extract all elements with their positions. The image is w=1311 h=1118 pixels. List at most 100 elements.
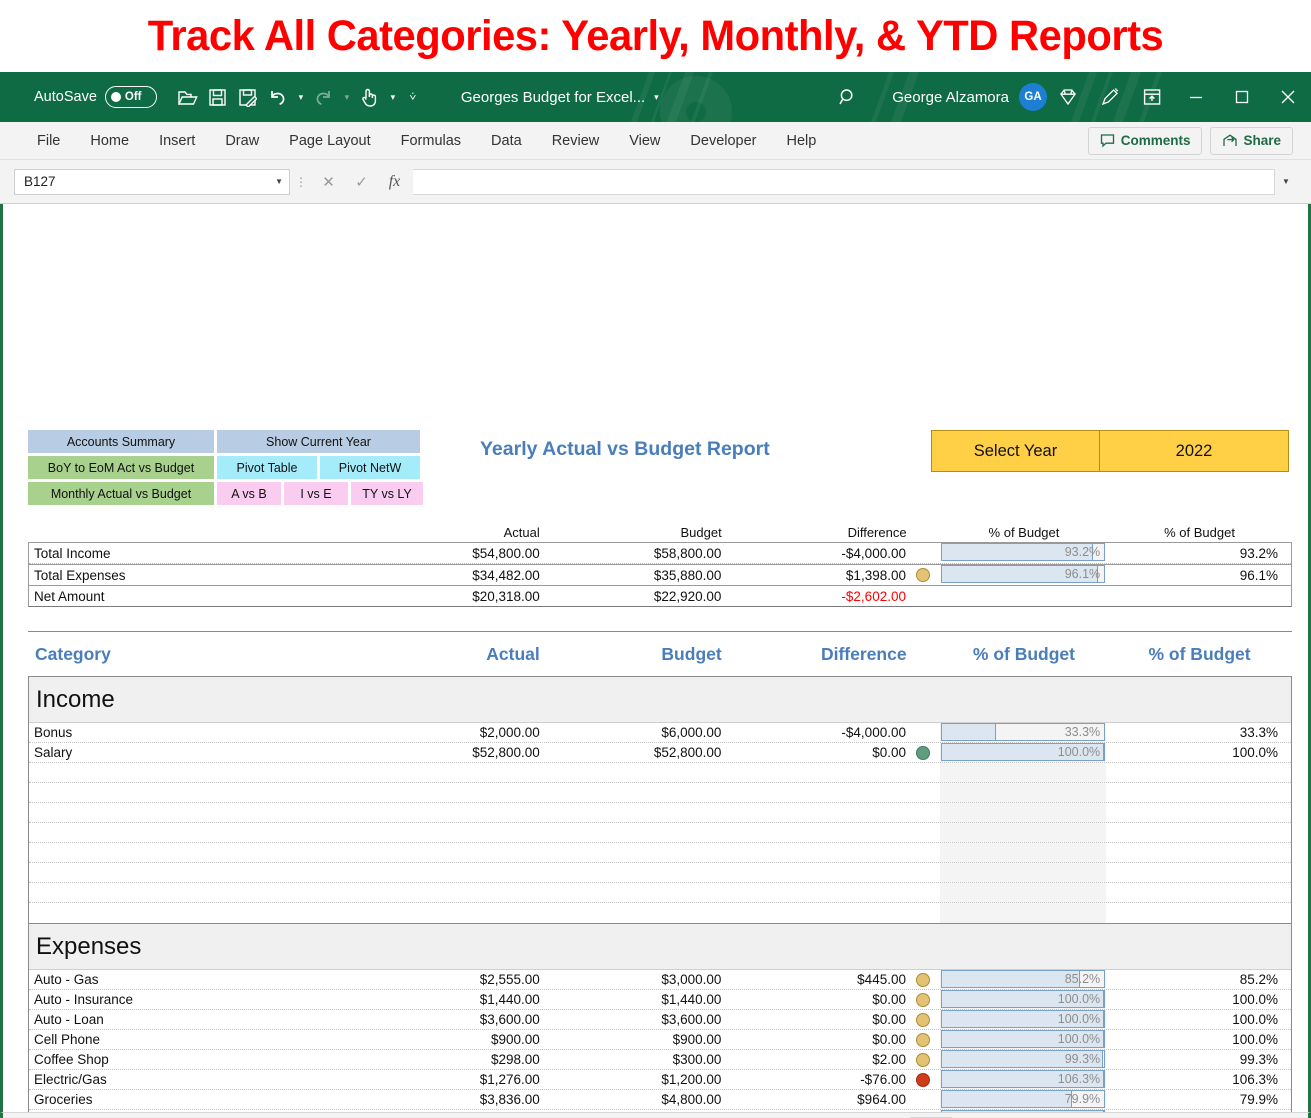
row-status-icon (906, 972, 940, 987)
comments-label: Comments (1120, 133, 1191, 148)
name-box[interactable]: B127 ▼ (14, 168, 290, 195)
row-category: Electric/Gas (34, 1072, 107, 1087)
ribbon-tab-insert[interactable]: Insert (144, 126, 210, 156)
ribbon-tab-view[interactable]: View (614, 126, 675, 156)
document-title-chevron-down-icon[interactable]: ▾ (654, 92, 659, 103)
undo-dropdown-icon[interactable]: ▾ (293, 81, 309, 113)
data-bar-value: 106.3% (1057, 1072, 1101, 1086)
header-budget: Budget (661, 643, 722, 664)
row-pct: 79.9% (1239, 1092, 1279, 1107)
ribbon-tab-data[interactable]: Data (476, 126, 537, 156)
pct-of-budget-bar-cell: 100.0% (940, 1010, 1107, 1029)
touch-mode-dropdown-icon[interactable]: ▾ (385, 81, 401, 113)
header-pct: % of Budget (1148, 643, 1251, 664)
nav-button-boy-to-eom-act-vs-budget[interactable]: BoY to EoM Act vs Budget (28, 456, 214, 479)
amber-circle-icon (916, 1012, 931, 1027)
row-difference: $445.00 (857, 972, 906, 987)
pct-of-budget-bar-cell: 85.2% (940, 970, 1107, 989)
ribbon-tab-bar: File Home Insert Draw Page Layout Formulas Dat… (0, 122, 1311, 160)
save-icon[interactable] (203, 81, 233, 113)
data-bar: 106.3% (941, 1070, 1106, 1088)
empty-row (29, 823, 1291, 843)
nav-button-a-vs-b[interactable]: A vs B (217, 482, 281, 505)
open-folder-icon[interactable] (173, 81, 203, 113)
row-actual: $3,836.00 (479, 1092, 540, 1107)
ribbon-tab-page-layout[interactable]: Page Layout (274, 126, 385, 156)
ribbon-tab-review[interactable]: Review (537, 126, 615, 156)
nav-button-show-current-year[interactable]: Show Current Year (217, 430, 420, 453)
report-grid: Actual Budget Difference % of Budget % o… (28, 522, 1292, 1112)
close-icon[interactable] (1265, 72, 1311, 122)
row-category: Auto - Loan (34, 1012, 104, 1027)
row-status-icon (906, 1052, 940, 1067)
ribbon-display-icon[interactable] (1131, 79, 1173, 115)
minimize-icon[interactable] (1173, 72, 1219, 122)
row-status-icon (906, 1012, 940, 1027)
table-row: Auto - Loan $3,600.00 $3,600.00 $0.00 100.0%… (29, 1010, 1291, 1030)
pct-of-budget-bar-cell: 100.0% (940, 1110, 1107, 1112)
row-difference: $964.00 (857, 1092, 906, 1107)
touch-mode-icon[interactable] (355, 81, 385, 113)
pct-of-budget-bar-cell (940, 783, 1107, 802)
share-button[interactable]: Share (1210, 126, 1293, 155)
comments-button[interactable]: Comments (1087, 126, 1203, 155)
ribbon-tab-draw[interactable]: Draw (210, 126, 274, 156)
select-year-label[interactable]: Select Year (931, 430, 1099, 472)
row-actual: $52,800.00 (472, 745, 540, 760)
name-box-chevron-down-icon[interactable]: ▼ (275, 177, 283, 186)
nav-button-i-vs-e[interactable]: I vs E (284, 482, 348, 505)
pen-icon[interactable] (1089, 79, 1131, 115)
row-pct: 106.3% (1232, 1072, 1279, 1087)
formula-input[interactable] (413, 168, 1275, 195)
row-budget: $4,800.00 (661, 1092, 722, 1107)
summary-header-difference: Difference (847, 524, 907, 540)
selected-year-value[interactable]: 2022 (1099, 430, 1289, 472)
summary-header-row: Actual Budget Difference % of Budget % o… (28, 522, 1292, 542)
document-title: Georges Budget for Excel... (460, 88, 646, 106)
table-row: Cell Phone $900.00 $900.00 $0.00 100.0% 100.0… (29, 1030, 1291, 1050)
row-difference: -$4,000.00 (841, 725, 906, 740)
document-title-group[interactable]: Georges Budget for Excel... ▾ (461, 89, 659, 106)
redo-icon (309, 81, 339, 113)
table-row: Auto - Gas $2,555.00 $3,000.00 $445.00 85.2%… (29, 970, 1291, 990)
save-as-icon[interactable] (233, 81, 263, 113)
row-difference: $0.00 (872, 992, 906, 1007)
insert-function-icon[interactable]: fx (378, 169, 411, 195)
navigation-row-1: Accounts Summary Show Current Year (28, 430, 423, 453)
qat-more-icon[interactable]: ⩒ (401, 81, 425, 113)
summary-row-difference: -$4,000.00 (841, 545, 906, 561)
enter-icon[interactable]: ✓ (345, 169, 378, 195)
year-selector[interactable]: Select Year 2022 (931, 430, 1289, 472)
data-bar: 79.9% (941, 1090, 1106, 1108)
avatar[interactable]: GA (1019, 83, 1047, 111)
navigation-buttons: Accounts Summary Show Current Year BoY to… (28, 430, 423, 508)
row-category: Groceries (34, 1092, 93, 1107)
nav-button-monthly-actual-vs-budget[interactable]: Monthly Actual vs Budget (28, 482, 214, 505)
autosave-toggle[interactable]: Off (104, 86, 157, 108)
ribbon-tab-home[interactable]: Home (75, 126, 144, 156)
search-icon[interactable] (828, 80, 868, 114)
row-category: Auto - Insurance (34, 992, 134, 1007)
summary-row-icon (906, 568, 940, 582)
nav-button-pivot-table[interactable]: Pivot Table (217, 456, 317, 479)
formula-bar-expand-icon[interactable]: ▼ (1275, 169, 1297, 195)
undo-icon[interactable] (263, 81, 293, 113)
row-category: Salary (34, 745, 73, 760)
summary-row-actual: $20,318.00 (472, 588, 540, 604)
row-difference: $0.00 (872, 1032, 906, 1047)
data-bar-fill (942, 724, 997, 740)
ribbon-tab-formulas[interactable]: Formulas (386, 126, 476, 156)
ribbon-tab-developer[interactable]: Developer (675, 126, 771, 156)
nav-button-pivot-netw[interactable]: Pivot NetW (320, 456, 420, 479)
data-bar: 100.0% (941, 743, 1106, 761)
formula-bar-grip[interactable]: ⋮ (290, 175, 312, 189)
maximize-icon[interactable] (1219, 72, 1265, 122)
row-category: Bonus (34, 725, 73, 740)
ribbon-tab-help[interactable]: Help (772, 126, 832, 156)
nav-button-ty-vs-ly[interactable]: TY vs LY (351, 482, 423, 505)
diamond-icon[interactable] (1047, 79, 1089, 115)
cancel-icon[interactable]: ✕ (312, 169, 345, 195)
worksheet-area[interactable]: Accounts Summary Show Current Year BoY to… (0, 204, 1311, 1112)
nav-button-accounts-summary[interactable]: Accounts Summary (28, 430, 214, 453)
ribbon-tab-file[interactable]: File (22, 126, 75, 156)
